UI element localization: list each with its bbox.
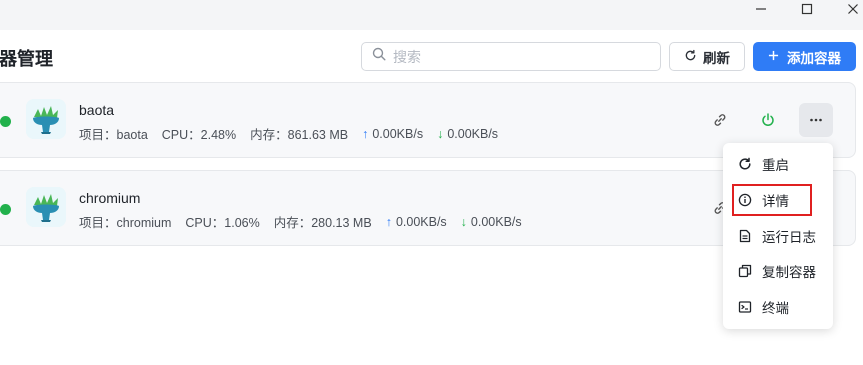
page-title: 器管理 — [0, 49, 53, 69]
plus-icon — [768, 49, 779, 64]
refresh-icon — [684, 49, 697, 65]
add-container-label: 添加容器 — [787, 50, 841, 66]
container-actions-menu: 重启 详情 运行日志 复制容器 终端 — [723, 143, 833, 329]
memory-label: 内存：280.13 MB — [273, 216, 372, 230]
menu-item-details[interactable]: 详情 — [732, 184, 812, 216]
add-container-button[interactable]: 添加容器 — [753, 42, 856, 71]
search-box[interactable] — [361, 42, 661, 71]
maximize-icon[interactable] — [792, 0, 822, 18]
search-icon — [372, 47, 386, 66]
menu-item-terminal[interactable]: 终端 — [723, 291, 833, 323]
menu-item-logs[interactable]: 运行日志 — [723, 220, 833, 252]
upload-arrow-icon: ↑ — [362, 126, 369, 141]
window-titlebar — [0, 0, 863, 30]
container-name: baota — [79, 102, 115, 118]
menu-item-label: 复制容器 — [762, 265, 816, 280]
container-stats: 项目：baota CPU：2.48% 内存：861.63 MB ↑ 0.00KB… — [79, 124, 498, 143]
minimize-icon[interactable] — [746, 0, 776, 18]
menu-item-label: 重启 — [762, 158, 789, 173]
status-indicator — [0, 116, 11, 127]
menu-item-restart[interactable]: 重启 — [723, 148, 833, 180]
info-icon — [738, 193, 752, 207]
link-icon — [714, 114, 726, 126]
download-arrow-icon: ↓ — [460, 214, 467, 229]
more-icon — [810, 118, 822, 122]
cpu-label: CPU：1.06% — [185, 216, 260, 230]
cpu-label: CPU：2.48% — [161, 128, 237, 142]
menu-item-label: 终端 — [762, 301, 789, 316]
baota-app-icon — [26, 99, 66, 139]
search-input[interactable] — [393, 48, 643, 65]
container-name: chromium — [79, 190, 141, 206]
container-stats: 项目：chromium CPU：1.06% 内存：280.13 MB ↑ 0.0… — [79, 212, 522, 231]
link-button[interactable] — [703, 103, 737, 137]
menu-item-label: 运行日志 — [762, 230, 816, 245]
refresh-label: 刷新 — [703, 50, 730, 66]
project-label: 项目：chromium — [79, 216, 172, 230]
copy-icon — [738, 264, 752, 278]
restart-icon — [738, 157, 752, 171]
download-arrow-icon: ↓ — [437, 126, 444, 141]
download-speed: 0.00KB/s — [470, 214, 522, 229]
download-speed: 0.00KB/s — [447, 126, 499, 141]
close-icon[interactable] — [838, 0, 863, 18]
power-button[interactable] — [751, 103, 785, 137]
menu-item-label: 详情 — [762, 194, 789, 209]
log-file-icon — [738, 229, 752, 243]
status-indicator — [0, 204, 11, 215]
menu-item-copy-container[interactable]: 复制容器 — [723, 255, 833, 287]
project-label: 项目：baota — [79, 128, 148, 142]
memory-label: 内存：861.63 MB — [250, 128, 349, 142]
more-options-button[interactable] — [799, 103, 833, 137]
upload-speed: 0.00KB/s — [395, 214, 447, 229]
power-icon — [762, 113, 774, 127]
chromium-app-icon — [26, 187, 66, 227]
refresh-button[interactable]: 刷新 — [669, 42, 745, 71]
upload-speed: 0.00KB/s — [372, 126, 424, 141]
upload-arrow-icon: ↑ — [385, 214, 392, 229]
terminal-icon — [738, 300, 752, 314]
